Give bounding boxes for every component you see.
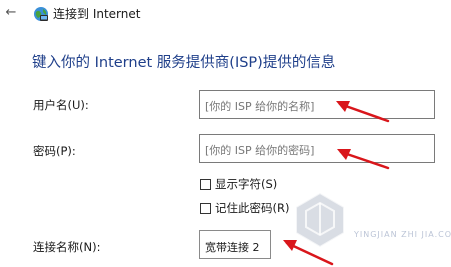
window-title: 连接到 Internet	[53, 7, 141, 21]
watermark-subtext: YINGJIAN ZHI JIA.COM	[354, 230, 451, 239]
show-characters-checkbox-box[interactable]	[200, 178, 211, 190]
username-input[interactable]	[199, 90, 435, 119]
back-button[interactable]: ←	[2, 4, 20, 22]
watermark-text: 硬件之家	[350, 195, 451, 228]
remember-password-label: 记住此密码(R)	[215, 201, 290, 215]
connection-name-label: 连接名称(N):	[33, 240, 101, 254]
arrow-connection-name	[283, 240, 334, 266]
globe-network-icon	[34, 7, 48, 21]
remember-password-checkbox-box[interactable]	[200, 202, 211, 214]
password-label: 密码(P):	[33, 144, 76, 158]
title-bar: ← 连接到 Internet	[0, 0, 451, 28]
watermark-logo-icon	[295, 191, 345, 249]
page-heading: 键入你的 Internet 服务提供商(ISP)提供的信息	[32, 55, 336, 71]
connect-to-internet-dialog: ← 连接到 Internet 键入你的 Internet 服务提供商(ISP)提…	[0, 0, 451, 267]
watermark: 硬件之家 YINGJIAN ZHI JIA.COM	[290, 185, 451, 267]
password-input[interactable]	[199, 134, 435, 163]
show-characters-checkbox[interactable]: 显示字符(S)	[200, 176, 277, 192]
remember-password-checkbox[interactable]: 记住此密码(R)	[200, 200, 289, 216]
connection-name-input[interactable]	[199, 230, 271, 259]
username-label: 用户名(U):	[33, 98, 89, 112]
show-characters-label: 显示字符(S)	[215, 177, 278, 191]
